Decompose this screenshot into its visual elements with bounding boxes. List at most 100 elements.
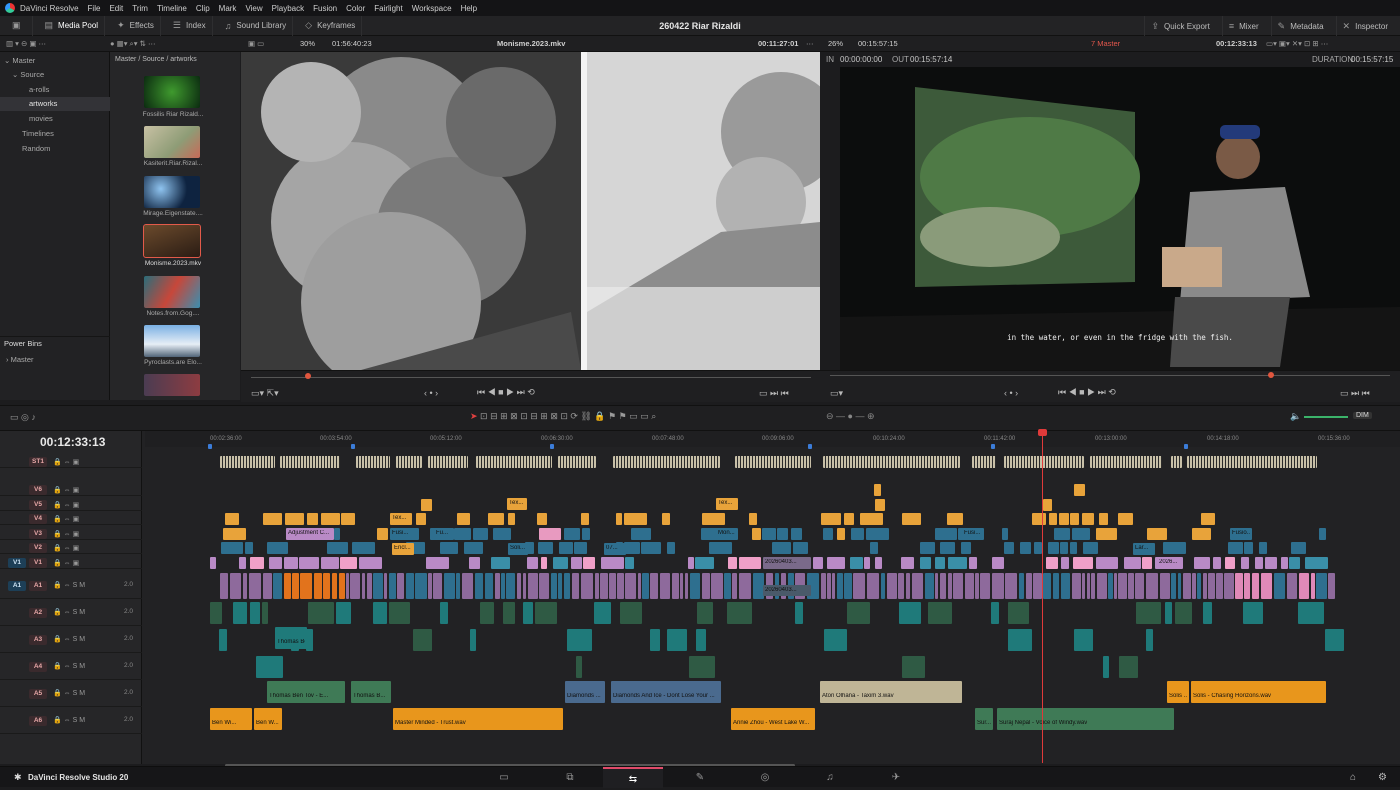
video-clip[interactable]: [631, 528, 651, 540]
video-clip[interactable]: [749, 513, 757, 525]
track-name-badge[interactable]: V4: [29, 514, 47, 524]
video-clip[interactable]: [772, 542, 791, 554]
track-controls-icon[interactable]: 🔒 ⇔ S M: [53, 635, 85, 643]
zoom-slider[interactable]: ⊖ — ● — ⊕: [826, 411, 875, 422]
subtitle-clip[interactable]: [972, 456, 996, 468]
cut-page-icon[interactable]: ⧉: [540, 767, 600, 788]
audio-clip[interactable]: [1243, 602, 1263, 624]
bin-artworks[interactable]: artworks: [0, 97, 110, 111]
playhead-handle[interactable]: [1038, 429, 1047, 436]
video-clip[interactable]: [581, 513, 589, 525]
music-clip[interactable]: Suraj Nepal - Voice of Windy.wav: [997, 708, 1174, 730]
video-clip[interactable]: [688, 557, 694, 569]
video-clip[interactable]: [327, 542, 348, 554]
audio-clip[interactable]: [1171, 573, 1176, 599]
thumbnail-view-icon[interactable]: ● ▦▾ ⌕▾ ⇅ ⋯: [110, 36, 155, 52]
audio-clip[interactable]: [210, 602, 222, 624]
audio-clip[interactable]: [413, 629, 432, 651]
audio-clip[interactable]: [495, 573, 500, 599]
track-controls-icon[interactable]: 🔒 ⇔ S M: [53, 608, 85, 616]
video-clip[interactable]: [454, 528, 471, 540]
audio-clip[interactable]: [440, 602, 448, 624]
video-clip[interactable]: [1046, 557, 1058, 569]
audio-clip[interactable]: [523, 602, 533, 624]
video-clip[interactable]: [321, 513, 340, 525]
audio-clip[interactable]: [724, 573, 731, 599]
video-clip[interactable]: [359, 557, 382, 569]
audio-clip[interactable]: [847, 602, 870, 624]
audio-clip[interactable]: [373, 573, 383, 599]
video-clip[interactable]: [1142, 557, 1152, 569]
video-clip[interactable]: [473, 528, 488, 540]
audio-clip[interactable]: [220, 573, 228, 599]
audio-clip[interactable]: [219, 629, 227, 651]
audio-clip[interactable]: [406, 573, 414, 599]
audio-clip[interactable]: [1061, 573, 1070, 599]
video-clip[interactable]: [1265, 557, 1277, 569]
audio-clip[interactable]: [1203, 573, 1207, 599]
clip[interactable]: Soli...: [508, 543, 528, 555]
video-clip[interactable]: [1049, 513, 1057, 525]
video-clip[interactable]: [1020, 542, 1031, 554]
video-clip[interactable]: [1061, 557, 1069, 569]
timeline-ruler[interactable]: 00:02:36:00 00:03:54:00 00:05:12:00 00:06:3…: [145, 431, 1400, 447]
video-clip[interactable]: [285, 513, 304, 525]
fullscreen-icon[interactable]: ▭ ⏭ ⏮: [1340, 388, 1370, 399]
clip-thumbnail[interactable]: [144, 276, 200, 308]
video-clip[interactable]: [1319, 528, 1326, 540]
audio-clip[interactable]: [948, 573, 952, 599]
video-clip[interactable]: [935, 557, 945, 569]
video-clip[interactable]: [625, 557, 634, 569]
clip[interactable]: 20260403...: [763, 557, 811, 569]
video-clip[interactable]: [902, 513, 921, 525]
list-view-icon[interactable]: ▥ ▾ ⊖ ▣ ⋯: [6, 36, 46, 52]
video-clip[interactable]: [334, 528, 340, 540]
bin-a-rolls[interactable]: a-rolls: [0, 83, 110, 97]
track-controls-icon[interactable]: 🔒 ⇔ ▣: [53, 559, 79, 567]
audio-clip[interactable]: [367, 573, 372, 599]
video-clip[interactable]: [1004, 542, 1014, 554]
audio-clip[interactable]: [1082, 573, 1085, 599]
volume-slider[interactable]: [1304, 416, 1348, 418]
video-clip[interactable]: [340, 557, 357, 569]
menu-view[interactable]: View: [245, 4, 262, 13]
audio-clip[interactable]: [1208, 573, 1215, 599]
clip[interactable]: 2026...: [1157, 557, 1183, 569]
subtitle-clip[interactable]: [1004, 456, 1084, 468]
audio-clip[interactable]: [1197, 573, 1201, 599]
video-clip[interactable]: [284, 557, 298, 569]
video-clip[interactable]: [875, 557, 882, 569]
audio-clip[interactable]: [475, 573, 483, 599]
audio-clip[interactable]: [609, 573, 616, 599]
audio-clip[interactable]: [462, 573, 473, 599]
audio-clip[interactable]: [397, 573, 404, 599]
power-bin-master[interactable]: › Master: [0, 353, 110, 367]
video-clip[interactable]: [564, 528, 580, 540]
audio-clip[interactable]: [230, 573, 241, 599]
video-clip[interactable]: [695, 557, 714, 569]
video-clip[interactable]: [1054, 528, 1070, 540]
audio-clip[interactable]: [1114, 573, 1117, 599]
viewer-options-icon[interactable]: ⋯: [806, 36, 814, 52]
clip-thumbnail[interactable]: [144, 374, 200, 396]
audio-clip[interactable]: [523, 573, 526, 599]
video-clip[interactable]: [426, 557, 449, 569]
video-clip[interactable]: [870, 542, 878, 554]
video-clip[interactable]: [491, 557, 510, 569]
video-clip[interactable]: [1213, 557, 1221, 569]
music-clip[interactable]: Aton Olhana - Taxim 3.wav: [820, 681, 962, 703]
source-patch-badge[interactable]: V1: [8, 558, 26, 568]
video-clip[interactable]: [1083, 542, 1098, 554]
audio-clip[interactable]: [1033, 573, 1042, 599]
video-clip[interactable]: [1124, 557, 1141, 569]
video-clip[interactable]: [1043, 499, 1052, 511]
audio-clip[interactable]: [727, 602, 752, 624]
timeline-playhead[interactable]: [1042, 431, 1043, 763]
audio-clip[interactable]: [1118, 573, 1127, 599]
jog-icon[interactable]: ‹ • ›: [424, 388, 438, 398]
audio-clip[interactable]: [1019, 573, 1024, 599]
track-controls-icon[interactable]: 🔒 ⇔ ▣: [53, 515, 79, 523]
audio-clip[interactable]: [965, 573, 974, 599]
sound-library-button[interactable]: ♫ Sound Library: [219, 15, 294, 36]
video-clip[interactable]: [1255, 557, 1263, 569]
